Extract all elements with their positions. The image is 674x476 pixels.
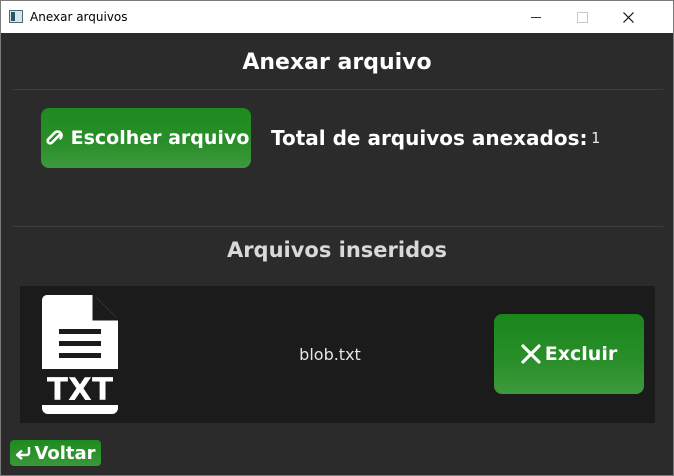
maximize-icon xyxy=(576,11,588,23)
txt-icon-label: TXT xyxy=(47,372,113,408)
app-window: Anexar arquivos Anexar arquivo Escolher … xyxy=(0,0,674,476)
x-icon xyxy=(521,344,541,364)
back-button[interactable]: Voltar xyxy=(10,440,101,466)
maximize-button[interactable] xyxy=(559,1,605,33)
window-title: Anexar arquivos xyxy=(30,10,128,24)
total-files-value: 1 xyxy=(591,129,601,147)
paperclip-icon xyxy=(46,130,63,145)
page-title: Anexar arquivo xyxy=(242,50,432,75)
file-list-item: TXT blob.txt Excluir xyxy=(20,286,655,423)
choose-file-button[interactable]: Escolher arquivo xyxy=(41,108,251,168)
txt-file-icon: TXT xyxy=(42,295,118,414)
return-arrow-icon xyxy=(16,447,31,460)
app-icon xyxy=(9,10,23,23)
choose-file-label: Escolher arquivo xyxy=(70,127,250,149)
minimize-icon xyxy=(531,16,541,18)
minimize-button[interactable] xyxy=(513,1,559,33)
title-bar[interactable]: Anexar arquivos xyxy=(1,1,673,33)
files-section-title: Arquivos inseridos xyxy=(226,238,448,262)
divider xyxy=(13,89,663,90)
close-icon xyxy=(622,11,634,23)
total-files-label: Total de arquivos anexados: xyxy=(271,126,588,150)
close-button[interactable] xyxy=(605,1,651,33)
back-label: Voltar xyxy=(34,442,96,464)
main-content: Anexar arquivo Escolher arquivo Total de… xyxy=(1,33,673,475)
divider xyxy=(13,226,663,227)
delete-file-button[interactable]: Excluir xyxy=(494,314,644,394)
file-name: blob.txt xyxy=(299,345,361,364)
delete-file-label: Excluir xyxy=(544,343,618,365)
